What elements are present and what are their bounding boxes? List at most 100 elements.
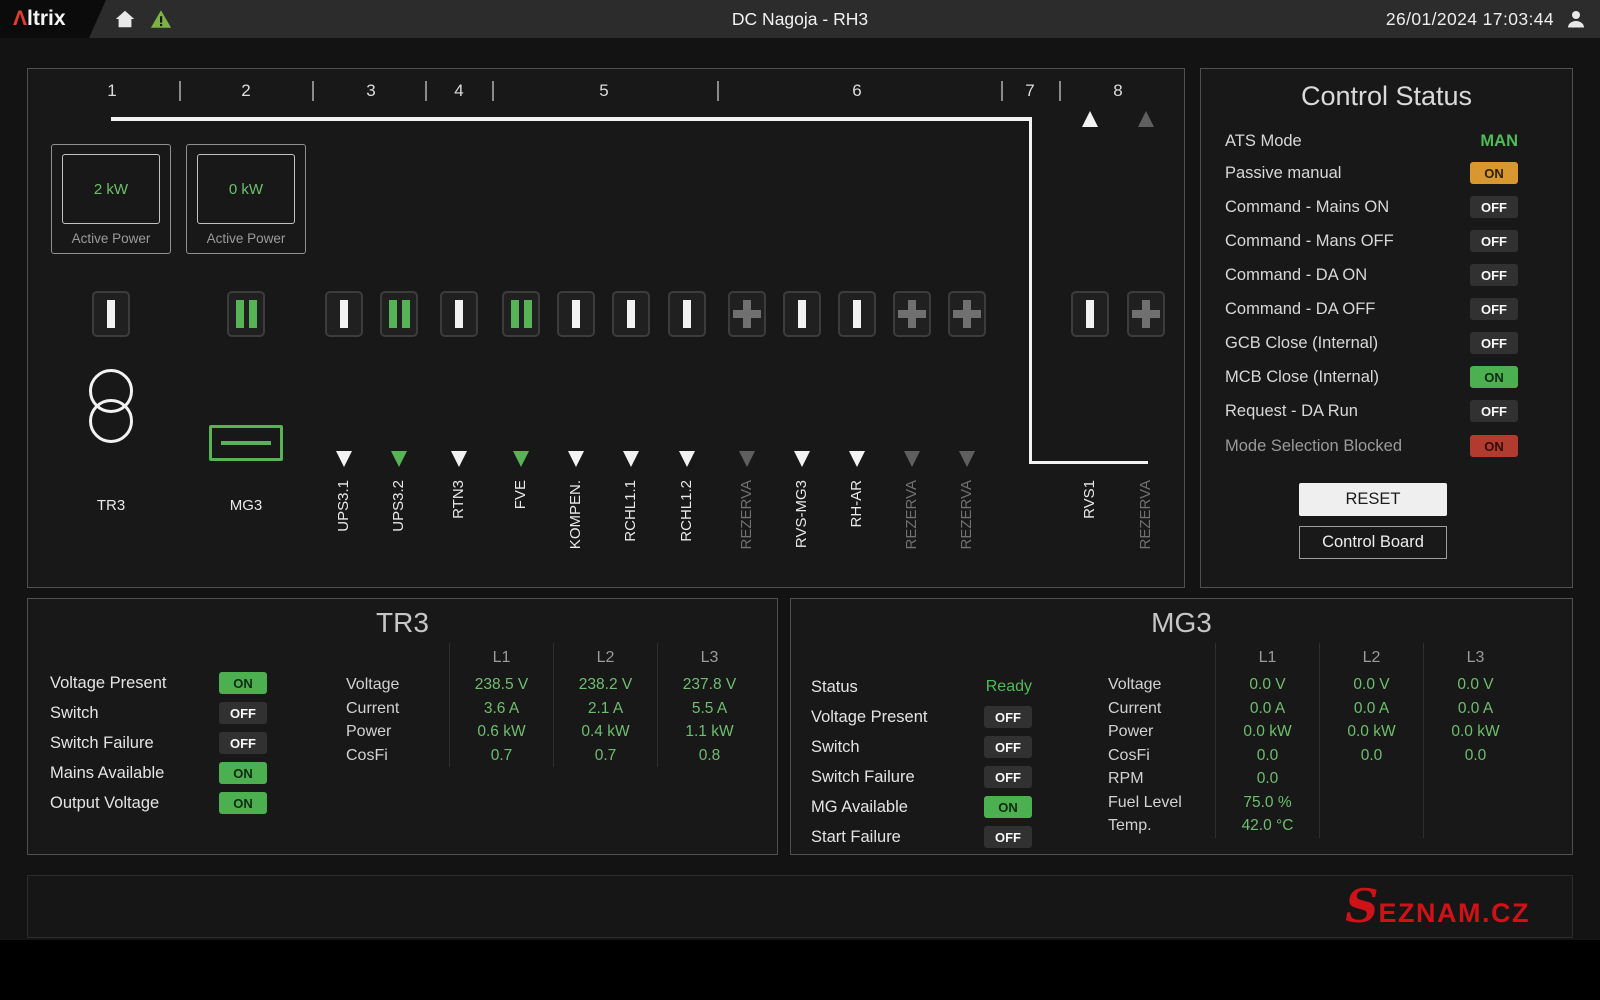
feeder-label: RH-AR [846, 480, 868, 600]
status-label: Start Failure [811, 828, 901, 847]
meas-row-label: Voltage [346, 673, 449, 697]
breaker-tr3[interactable] [92, 291, 130, 337]
meas-row-label: RPM [1108, 767, 1215, 791]
breaker-bar [853, 300, 861, 328]
breaker-rvsmg3[interactable] [783, 291, 821, 337]
flow-arrow-down [904, 451, 920, 467]
breaker-rezerva[interactable] [728, 291, 766, 337]
meas-value [1319, 791, 1423, 815]
reset-button[interactable]: RESET [1299, 483, 1447, 516]
status-badge: OFF [984, 766, 1032, 788]
breaker-bar [511, 300, 519, 328]
breaker-rchl11[interactable] [612, 291, 650, 337]
control-status-label: MCB Close (Internal) [1225, 368, 1379, 387]
meas-value: 0.0 V [1319, 673, 1423, 697]
breaker-rhar[interactable] [838, 291, 876, 337]
status-badge: ON [1470, 162, 1518, 184]
feeder-label: RCHL1.2 [676, 480, 698, 600]
status-row: Switch FailureOFF [50, 731, 267, 755]
status-badge: ON [1470, 366, 1518, 388]
control-status-value: MAN [1480, 132, 1518, 151]
status-row: SwitchOFF [811, 735, 1032, 759]
flow-arrow-down [959, 451, 975, 467]
breaker-kompen[interactable] [557, 291, 595, 337]
breaker-rezerva[interactable] [948, 291, 986, 337]
status-badge: OFF [219, 732, 267, 754]
status-badge: OFF [219, 702, 267, 724]
status-badge: OFF [1470, 196, 1518, 218]
meas-corner [1108, 643, 1215, 673]
feeder-label: REZERVA [901, 480, 923, 600]
control-status-row: Command - Mains ON OFF [1225, 195, 1518, 219]
control-status-label: GCB Close (Internal) [1225, 334, 1378, 353]
flow-arrow-down [849, 451, 865, 467]
meas-value: 0.0 kW [1423, 720, 1527, 744]
meas-value [1319, 814, 1423, 838]
meas-row-label: Current [1108, 697, 1215, 721]
section-divider [492, 81, 494, 101]
meas-value: 0.4 kW [553, 720, 657, 744]
breaker-ups31[interactable] [325, 291, 363, 337]
active-power-value: 0 kW [197, 154, 295, 224]
meas-value: 42.0 °C [1215, 814, 1319, 838]
meas-value: 0.8 [657, 744, 761, 768]
meas-phase-header: L3 [1423, 643, 1527, 673]
status-badge: OFF [984, 826, 1032, 848]
meas-value: 1.1 kW [657, 720, 761, 744]
active-power-label: Active Power [52, 231, 170, 246]
status-row: Switch Failure OFF [811, 765, 1032, 789]
single-line-diagram: 123456782 kWActive PowerTR30 kWActive Po… [27, 68, 1185, 588]
feeder-label: RCHL1.1 [620, 480, 642, 600]
active-power-value: 2 kW [62, 154, 160, 224]
section-number: 2 [234, 81, 258, 101]
breaker-fve[interactable] [502, 291, 540, 337]
seznam-logo: SEZNAM.CZ [1345, 878, 1530, 932]
status-label: Switch Failure [811, 768, 915, 787]
control-board-button[interactable]: Control Board [1299, 526, 1447, 559]
control-status-label: ATS Mode [1225, 132, 1302, 151]
control-status-row: Command - DA ONOFF [1225, 263, 1518, 287]
meas-phase-header: L2 [553, 643, 657, 673]
status-label: Switch [50, 704, 99, 723]
status-label: Voltage Present [811, 708, 928, 727]
meas-value [1423, 814, 1527, 838]
meas-value: 0.0 V [1423, 673, 1527, 697]
breaker-rezerva[interactable] [893, 291, 931, 337]
control-status-panel: Control Status RESET Control Board ATS M… [1200, 68, 1573, 588]
control-status-label: Mode Selection Blocked [1225, 437, 1402, 456]
control-status-row: Request - DA RunOFF [1225, 399, 1518, 423]
feeder-label: TR3 [51, 497, 171, 514]
breaker-reserve-mark [898, 310, 926, 318]
status-badge: ON [219, 672, 267, 694]
status-row: MG AvailableON [811, 795, 1032, 819]
feeder-label: REZERVA [1135, 480, 1157, 600]
meas-value: 0.7 [553, 744, 657, 768]
breaker-bar [402, 300, 410, 328]
control-status-label: Command - Mains ON [1225, 198, 1389, 217]
status-row: StatusReady [811, 675, 1032, 699]
breaker-mg3[interactable] [227, 291, 265, 337]
breaker-bar [236, 300, 244, 328]
section-number: 5 [592, 81, 616, 101]
control-status-label: Command - DA OFF [1225, 300, 1375, 319]
section-number: 8 [1106, 81, 1130, 101]
status-label: MG Available [811, 798, 908, 817]
bus-drop-right [1029, 117, 1032, 464]
section-number: 3 [359, 81, 383, 101]
breaker-bar [627, 300, 635, 328]
flow-arrow-up [1082, 111, 1098, 127]
breaker-rchl12[interactable] [668, 291, 706, 337]
breaker-rtn3[interactable] [440, 291, 478, 337]
user-icon[interactable] [1564, 7, 1588, 32]
control-status-label: Passive manual [1225, 164, 1341, 183]
meas-value: 0.6 kW [449, 720, 553, 744]
status-badge: OFF [984, 706, 1032, 728]
breaker-ups32[interactable] [380, 291, 418, 337]
status-row: Output VoltageON [50, 791, 267, 815]
meas-row-label: Voltage [1108, 673, 1215, 697]
breaker-rvs1[interactable] [1071, 291, 1109, 337]
meas-value: 0.0 V [1215, 673, 1319, 697]
breaker-rezerva[interactable] [1127, 291, 1165, 337]
control-status-row: Passive manual ON [1225, 161, 1518, 185]
feeder-label: REZERVA [956, 480, 978, 600]
